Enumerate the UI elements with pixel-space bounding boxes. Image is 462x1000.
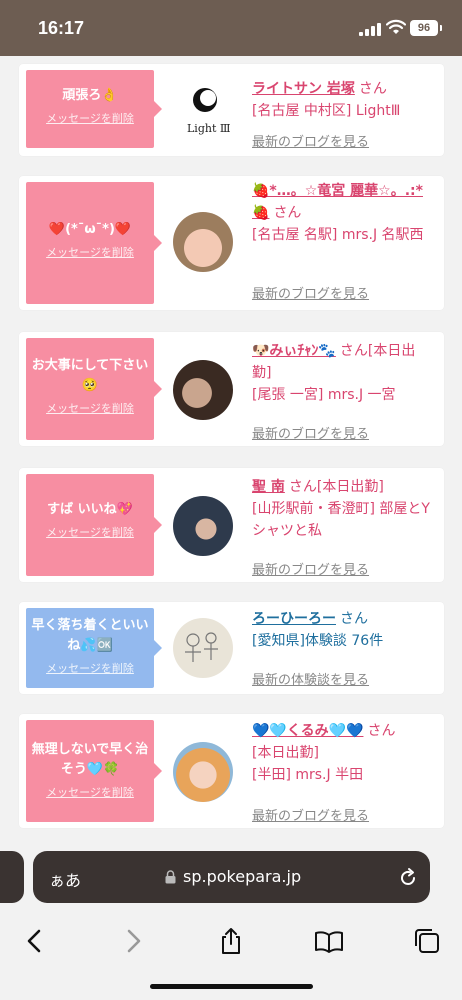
status-bar: 16:17 96 (0, 0, 462, 56)
review-link[interactable]: 最新の体験談を見る (252, 670, 369, 692)
lock-icon (165, 870, 176, 884)
delete-message-link[interactable]: メッセージを削除 (26, 660, 154, 676)
battery-indicator: 96 (410, 20, 442, 36)
shop-info: [半田] mrs.J 半田 (252, 767, 364, 783)
shop-info: [名古屋 中村区] LightⅢ (252, 103, 401, 119)
avatar[interactable] (173, 212, 233, 272)
forward-icon[interactable] (118, 926, 148, 956)
list-item: お大事にして下さい🥺 メッセージを削除 🐶みぃﾁｬﾝ🐾 さん[本日出勤] [尾張 … (19, 332, 444, 446)
list-item: すば いいね💖 メッセージを削除 聖 南さん[本日出勤] [山形駅前・香澄町] … (19, 468, 444, 582)
tabs-icon[interactable] (412, 926, 442, 956)
bookmarks-icon[interactable] (314, 926, 344, 956)
girl-name-link[interactable]: 💙🩵くるみ🩵💙 (252, 723, 363, 739)
message-text: 無理しないで早く治そう🩵🍀 (31, 742, 149, 777)
reviewer-name-link[interactable]: ろーひーろー (252, 611, 336, 627)
signal-icon (359, 22, 381, 36)
home-indicator (150, 984, 313, 989)
drawing-icon (185, 632, 218, 662)
review-count: [愛知県]体験談 76件 (252, 633, 384, 649)
honorific: さん (367, 723, 396, 739)
message-bubble: お大事にして下さい🥺 メッセージを削除 (26, 338, 162, 440)
honorific: さん (273, 205, 302, 221)
message-bubble: 頑張ろ👌 メッセージを削除 (26, 70, 162, 148)
light-logo-icon: Light Ⅲ (187, 88, 230, 135)
delete-message-link[interactable]: メッセージを削除 (26, 244, 154, 260)
blog-link[interactable]: 最新のブログを見る (252, 806, 369, 828)
avatar[interactable] (173, 618, 233, 678)
shop-info: [尾張 一宮] mrs.J 一宮 (252, 387, 396, 403)
reload-icon[interactable] (397, 867, 419, 889)
share-icon[interactable] (216, 926, 246, 956)
girl-info: 💙🩵くるみ🩵💙 さん [本日出勤] [半田] mrs.J 半田 最新のブログを見る (252, 720, 432, 824)
girl-name-link[interactable]: ライトサン 岩塚 (252, 81, 355, 97)
honorific: さん (340, 611, 368, 627)
shop-info: [山形駅前・香澄町] 部屋とYシャツと私 (252, 501, 430, 539)
address-bar[interactable]: ぁあ sp.pokepara.jp (33, 851, 430, 903)
shop-info: [本日出勤] (252, 745, 319, 761)
message-bubble: すば いいね💖 メッセージを削除 (26, 474, 162, 576)
girl-info: 🐶みぃﾁｬﾝ🐾 さん[本日出勤] [尾張 一宮] mrs.J 一宮 最新のブログを… (252, 340, 432, 442)
message-bubble: ❤️(*¯ω¯*)❤️ メッセージを削除 (26, 182, 162, 304)
girl-info: ライトサン 岩塚 さん [名古屋 中村区] LightⅢ 最新のブログを見る (252, 78, 432, 150)
message-bubble: 早く落ち着くといいね💦🆗 メッセージを削除 (26, 608, 162, 688)
avatar[interactable] (173, 496, 233, 556)
message-bubble: 無理しないで早く治そう🩵🍀 メッセージを削除 (26, 720, 162, 822)
message-text: 早く落ち着くといいね💦🆗 (31, 618, 149, 653)
girl-info: 🍓*…。☆竜宮 麗華☆。.:*🍓 さん [名古屋 名駅] mrs.J 名駅西 最新… (252, 180, 432, 306)
page-settings-button[interactable]: ぁあ (49, 867, 81, 891)
blog-link[interactable]: 最新のブログを見る (252, 132, 369, 154)
blog-link[interactable]: 最新のブログを見る (252, 284, 369, 306)
girl-name-link[interactable]: 🐶みぃﾁｬﾝ🐾 (252, 343, 336, 359)
url-text[interactable]: sp.pokepara.jp (183, 867, 301, 886)
girl-name-link[interactable]: 聖 南 (252, 479, 285, 495)
delete-message-link[interactable]: メッセージを削除 (26, 524, 154, 540)
blog-link[interactable]: 最新のブログを見る (252, 560, 369, 582)
blog-link[interactable]: 最新のブログを見る (252, 424, 369, 446)
honorific: さん (358, 81, 387, 97)
message-text: 頑張ろ👌 (62, 88, 118, 103)
back-icon[interactable] (20, 926, 50, 956)
girl-info: ろーひーろー さん [愛知県]体験談 76件 最新の体験談を見る (252, 608, 432, 690)
avatar[interactable] (173, 360, 233, 420)
list-item: 無理しないで早く治そう🩵🍀 メッセージを削除 💙🩵くるみ🩵💙 さん [本日出勤] … (19, 714, 444, 828)
honorific: さん[本日出勤] (288, 479, 384, 495)
previous-tab-edge[interactable] (0, 851, 24, 903)
avatar[interactable] (173, 742, 233, 802)
list-item: ❤️(*¯ω¯*)❤️ メッセージを削除 🍓*…。☆竜宮 麗華☆。.:*🍓 さん … (19, 176, 444, 310)
girl-info: 聖 南さん[本日出勤] [山形駅前・香澄町] 部屋とYシャツと私 最新のブログを… (252, 476, 432, 578)
shop-info: [名古屋 名駅] mrs.J 名駅西 (252, 227, 424, 243)
delete-message-link[interactable]: メッセージを削除 (26, 400, 154, 416)
message-text: お大事にして下さい🥺 (31, 358, 149, 393)
wifi-icon (386, 19, 406, 34)
avatar[interactable]: Light Ⅲ (173, 80, 233, 140)
status-time: 16:17 (38, 18, 85, 38)
list-item: 頑張ろ👌 メッセージを削除 Light Ⅲ ライトサン 岩塚 さん [名古屋 中村… (19, 64, 444, 156)
list-item: 早く落ち着くといいね💦🆗 メッセージを削除 ろーひーろー さん [愛知県]体験談 … (19, 602, 444, 694)
message-text: ❤️(*¯ω¯*)❤️ (48, 222, 132, 237)
delete-message-link[interactable]: メッセージを削除 (26, 110, 154, 126)
svg-text:Light Ⅲ: Light Ⅲ (187, 122, 230, 135)
message-text: すば いいね💖 (47, 502, 133, 517)
delete-message-link[interactable]: メッセージを削除 (26, 784, 154, 800)
